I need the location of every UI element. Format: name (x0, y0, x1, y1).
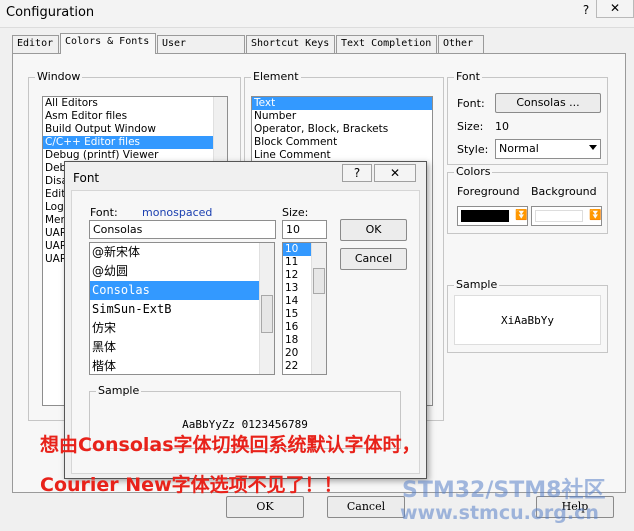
scrollbar-thumb[interactable] (261, 295, 273, 333)
font-dialog-cancel-button[interactable]: Cancel (340, 248, 407, 270)
dropdown-arrow-icon: ⏬ (589, 210, 602, 221)
element-group-label: Element (251, 70, 301, 83)
font-name-list[interactable]: @新宋体 @幼圆 Consolas SimSun-ExtB 仿宋 黑体 楷体 (89, 242, 275, 375)
size-list[interactable]: 10 11 12 13 14 15 16 18 20 22 24 26 (282, 242, 327, 375)
list-item[interactable]: 楷体 (90, 357, 274, 374)
window-title: Configuration (6, 5, 95, 20)
list-item[interactable]: Build Output Window (43, 123, 227, 136)
colors-group: Colors Foreground Background ⏬ ⏬ (447, 165, 608, 234)
foreground-label: Foreground (457, 185, 520, 198)
list-item[interactable]: SimSun-ExtB (90, 300, 274, 319)
tab-text-completion[interactable]: Text Completion (336, 35, 437, 53)
list-item-selected[interactable]: Text (252, 97, 432, 110)
size-label: Size: (457, 120, 484, 133)
list-item-selected[interactable]: C/C++ Editor files (43, 136, 227, 149)
annotation-line-2: Courier New字体选项不见了！！ (40, 474, 343, 496)
list-item-selected[interactable]: Consolas (90, 281, 274, 300)
cancel-button[interactable]: Cancel (327, 496, 405, 518)
list-item[interactable]: 仿宋 (90, 319, 274, 338)
list-item[interactable]: Number (252, 110, 432, 123)
scrollbar-thumb[interactable] (313, 268, 325, 294)
watermark-line-2: www.stmcu.org.cn (400, 502, 599, 524)
colors-group-label: Colors (454, 165, 493, 178)
size-input[interactable]: 10 (282, 220, 327, 239)
font-dialog-ok-button[interactable]: OK (340, 219, 407, 241)
foreground-color-picker[interactable]: ⏬ (457, 206, 528, 226)
style-dropdown[interactable]: Normal (495, 139, 601, 159)
close-icon[interactable]: ✕ (374, 164, 416, 182)
font-filter-text: monospaced (142, 206, 213, 219)
font-name-label: Font: (90, 206, 118, 219)
window-group-label: Window (35, 70, 83, 83)
list-item[interactable]: Block Comment (252, 136, 432, 149)
font-dialog-title: Font (73, 171, 100, 185)
style-dropdown-value: Normal (499, 142, 539, 155)
background-color-picker[interactable]: ⏬ (531, 206, 602, 226)
tab-user-keywords[interactable]: User Keywords (157, 35, 245, 65)
font-sample-label: Sample (96, 384, 142, 397)
list-item[interactable]: @幼圆 (90, 262, 274, 281)
dropdown-arrow-icon: ⏬ (515, 210, 528, 221)
tab-editor[interactable]: Editor (12, 35, 59, 53)
list-item[interactable]: Asm Editor files (43, 110, 227, 123)
close-icon[interactable]: ✕ (596, 0, 634, 18)
chevron-down-icon (589, 145, 597, 150)
sample-preview: XiAaBbYy (454, 295, 601, 345)
font-name-input[interactable]: Consolas (89, 220, 276, 239)
annotation-line-1: 想由Consolas字体切换回系统默认字体时， (40, 434, 421, 456)
list-item[interactable]: 黑体 (90, 338, 274, 357)
help-icon[interactable]: ? (342, 164, 372, 182)
sample-group-label: Sample (454, 278, 500, 291)
font-select-button[interactable]: Consolas ... (495, 93, 601, 113)
size-value: 10 (495, 120, 509, 133)
foreground-swatch (461, 210, 509, 222)
title-bar (0, 0, 634, 28)
font-group-label: Font (454, 70, 482, 83)
background-swatch (535, 210, 583, 222)
style-label: Style: (457, 143, 489, 156)
background-label: Background (531, 185, 597, 198)
watermark-line-1: STM32/STM8社区 (402, 478, 606, 503)
sample-group: Sample XiAaBbYy (447, 278, 608, 353)
tab-other[interactable]: Other (438, 35, 484, 53)
size-label: Size: (282, 206, 309, 219)
font-label: Font: (457, 97, 485, 110)
list-item[interactable]: Operator, Block, Brackets (252, 123, 432, 136)
ok-button[interactable]: OK (226, 496, 304, 518)
tab-colors-fonts[interactable]: Colors & Fonts (60, 33, 156, 54)
font-list-scrollbar[interactable] (259, 243, 274, 374)
size-list-scrollbar[interactable] (311, 243, 326, 374)
font-group: Font Font: Consolas ... Size: 10 Style: … (447, 70, 608, 165)
list-item[interactable]: All Editors (43, 97, 227, 110)
help-icon[interactable]: ? (579, 3, 593, 17)
list-item[interactable]: @新宋体 (90, 243, 274, 262)
tab-shortcut-keys[interactable]: Shortcut Keys (246, 35, 335, 53)
